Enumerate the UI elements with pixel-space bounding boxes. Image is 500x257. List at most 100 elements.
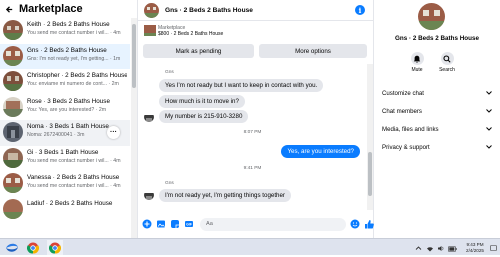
conversation-list: Keith · 2 Beds 2 Baths House You send me…: [0, 18, 130, 238]
read-receipt-avatar: [352, 203, 357, 208]
section-label: Chat members: [382, 108, 422, 115]
house-thumbnail: [3, 96, 23, 117]
incoming-message: I'm not ready yet, I'm getting things to…: [159, 189, 291, 202]
conversation-title: Gi · 3 Beds 1 Bath House: [27, 148, 99, 156]
listing-price-title: $800 · 2 Beds 2 Baths House: [158, 31, 224, 37]
gif-icon[interactable]: GIF: [184, 219, 194, 229]
conversation-item[interactable]: Gi · 3 Beds 1 Bath House You send me con…: [0, 146, 130, 172]
conversation-item[interactable]: Ladiuf · 2 Beds 2 Baths House: [0, 197, 130, 223]
house-thumbnail: [3, 198, 23, 219]
clock-time: 9:43 PM: [466, 242, 484, 248]
conversation-item[interactable]: Vanessa · 2 Beds 2 Baths House You send …: [0, 171, 130, 197]
chevron-down-icon: [486, 90, 492, 97]
conversation-item[interactable]: Rose · 3 Beds 2 Baths House You: Yes, ar…: [0, 95, 130, 121]
system-tray: 9:43 PM 2/4/2025: [415, 240, 497, 255]
mute-label: Mute: [411, 67, 423, 73]
chevron-down-icon: [486, 126, 492, 133]
section-label: Privacy & support: [382, 144, 430, 151]
chrome-icon-active[interactable]: [47, 240, 63, 255]
sidebar-scrollbar[interactable]: [131, 18, 137, 238]
section-label: Media, files and links: [382, 126, 439, 133]
thumbs-up-icon[interactable]: [364, 219, 374, 229]
incoming-message: My number is 215-910-3280: [159, 110, 249, 123]
house-thumbnail: [3, 122, 23, 142]
chat-members-section[interactable]: Chat members: [382, 108, 492, 115]
house-thumbnail: [3, 71, 23, 91]
battery-icon[interactable]: [448, 239, 457, 257]
chrome-icon[interactable]: [25, 240, 41, 255]
back-arrow-icon[interactable]: [3, 3, 15, 15]
details-panel: Gns · 2 Beds 2 Baths House Mute Search C…: [374, 0, 500, 238]
scrollbar-thumb[interactable]: [132, 24, 136, 88]
chevron-down-icon: [486, 144, 492, 151]
conversation-item[interactable]: Christopher · 2 Beds 2 Baths House You: …: [0, 69, 130, 95]
house-thumbnail: [3, 173, 23, 193]
search-button[interactable]: Search: [435, 52, 459, 73]
chat-title[interactable]: Gns · 2 Beds 2 Baths House: [165, 7, 253, 14]
conversation-title: Rose · 3 Beds 2 Baths House: [27, 97, 110, 105]
message-input[interactable]: Aa: [200, 217, 346, 231]
scrollbar-thumb[interactable]: [368, 152, 372, 196]
mute-button[interactable]: Mute: [405, 52, 429, 73]
search-label: Search: [439, 67, 455, 73]
sender-avatar: [144, 190, 154, 200]
start-icon[interactable]: [4, 240, 20, 255]
emoji-icon[interactable]: [350, 219, 360, 229]
conversation-item[interactable]: Keith · 2 Beds 2 Baths House You send me…: [0, 18, 130, 44]
search-icon: [440, 52, 454, 65]
house-thumbnail: [3, 45, 23, 66]
media-files-section[interactable]: Media, files and links: [382, 126, 492, 133]
image-icon[interactable]: [156, 219, 166, 229]
conversation-item-active[interactable]: Gns · 2 Beds 2 Baths House Gns: I'm not …: [0, 43, 130, 69]
conversation-title: Gns · 2 Beds 2 Baths House: [27, 46, 107, 54]
info-icon[interactable]: i: [355, 5, 365, 15]
mark-as-pending-button[interactable]: Mark as pending: [143, 44, 254, 58]
details-name: Gns · 2 Beds 2 Baths House: [395, 35, 479, 42]
sender-avatar: [144, 112, 154, 122]
conversation-title: Vanessa · 2 Beds 2 Baths House: [27, 174, 120, 181]
message-composer: GIF Aa: [138, 214, 374, 234]
conversation-preview: You: Yes, are you interested? · 2m: [27, 106, 107, 113]
chevron-up-icon[interactable]: [415, 239, 422, 257]
conversation-title: Keith · 2 Beds 2 Baths House: [27, 21, 110, 28]
conversation-preview: You send me contact number i wil... · 4m: [27, 30, 121, 36]
clock-date: 2/4/2025: [466, 247, 484, 253]
windows-taskbar: 9:43 PM 2/4/2025: [0, 238, 500, 255]
bell-icon: [410, 52, 424, 65]
outgoing-message: Yes, are you interested?: [281, 145, 360, 158]
sidebar-title: Marketplace: [19, 3, 83, 15]
more-options-icon[interactable]: ···: [107, 126, 120, 139]
notification-icon[interactable]: [490, 239, 497, 257]
conversation-preview: Gns: I'm not ready yet, I'm getting... ·…: [27, 55, 121, 62]
sidebar-header: Marketplace: [0, 0, 138, 18]
incoming-message: How much is it to move in?: [159, 95, 245, 108]
listing-thumbnail: [144, 24, 156, 36]
message-thread: Gns Yes I'm not ready but I want to keep…: [138, 64, 367, 210]
details-avatar: [418, 3, 445, 30]
more-options-button[interactable]: More options: [259, 44, 367, 58]
conversation-item-hovered[interactable]: Noma · 3 Beds 1 Bath House Noma: 2672400…: [0, 120, 130, 146]
privacy-support-section[interactable]: Privacy & support: [382, 144, 492, 151]
chat-header: Gns · 2 Beds 2 Baths House i: [138, 0, 374, 21]
house-thumbnail: [3, 147, 23, 168]
messenger-window: Marketplace Keith · 2 Beds 2 Baths House…: [0, 0, 500, 238]
conversation-preview: You send me contact number i wil... · 4m: [27, 157, 121, 164]
message-sender-name: Gns: [165, 181, 174, 186]
conversation-preview: You: enviame mi numero de cont... · 2m: [27, 81, 119, 87]
incoming-message: Yes I'm not ready but I want to keep in …: [159, 79, 324, 92]
chat-scrollbar[interactable]: [367, 64, 373, 210]
wifi-icon[interactable]: [426, 239, 434, 257]
clock[interactable]: 9:43 PM 2/4/2025: [463, 242, 487, 253]
message-timestamp: 9:41 PM: [243, 166, 262, 171]
customize-chat-section[interactable]: Customize chat: [382, 90, 492, 97]
chat-avatar[interactable]: [144, 2, 159, 18]
sticker-icon[interactable]: [170, 219, 180, 229]
listing-banner[interactable]: Marketplace $800 · 2 Beds 2 Baths House: [138, 21, 374, 41]
house-thumbnail: [3, 20, 23, 40]
conversation-sidebar: Marketplace Keith · 2 Beds 2 Baths House…: [0, 0, 138, 238]
message-sender-name: Gns: [165, 70, 174, 75]
conversation-preview: You send me contact number i wil... · 4m: [27, 183, 121, 189]
speaker-icon[interactable]: [437, 239, 445, 257]
plus-icon[interactable]: [142, 219, 152, 229]
chat-panel: Gns · 2 Beds 2 Baths House i Marketplace…: [138, 0, 374, 238]
